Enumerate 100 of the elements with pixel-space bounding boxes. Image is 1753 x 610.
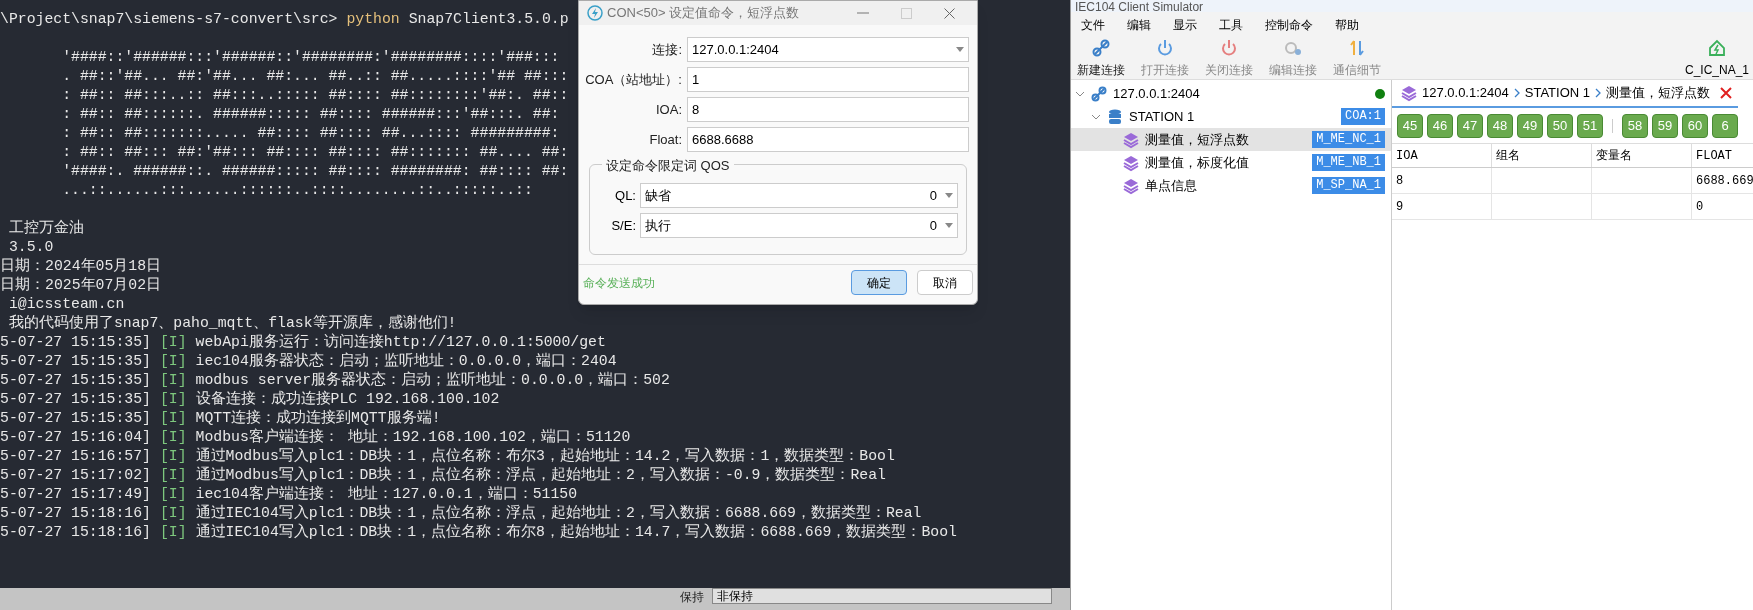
log-message: webApi服务运行：访问连接http://127.0.0.1:5000/get	[195, 333, 606, 352]
log-timestamp: 5-07-27 15:15:35]	[0, 333, 151, 352]
link-icon	[1091, 37, 1111, 58]
log-level: [I]	[159, 447, 187, 466]
layers-icon	[1122, 153, 1140, 172]
terminal-line: i@icssteam.cn	[7, 295, 125, 314]
type-badge: COA:1	[1341, 108, 1385, 125]
ascii-art-line: : ##:: ##::: ##:'##::: ##:::: ##:::: ##::::::: ##.... ##:	[61, 143, 569, 162]
breadcrumb-item: 测量值，短浮点数	[1606, 84, 1710, 103]
log-level: [I]	[159, 504, 187, 523]
breadcrumb-item: STATION 1	[1524, 84, 1590, 103]
prompt-path: \Project\snap7\siemens-s7-convert\src>	[0, 10, 338, 29]
log-timestamp: 5-07-27 15:18:16]	[0, 504, 151, 523]
column-header: 变量名	[1592, 144, 1692, 167]
chevron-right-icon	[1512, 88, 1521, 98]
log-level: [I]	[159, 466, 187, 485]
power-icon	[1219, 37, 1239, 58]
ascii-art-line: : ##:: ##:::..:: ##:::..::::: ##:::: ##::::::::'##:. ##::	[61, 86, 569, 105]
log-timestamp: 5-07-27 15:16:04]	[0, 428, 151, 447]
layers-icon	[1122, 176, 1140, 195]
caret-icon	[956, 47, 964, 52]
menu-item[interactable]: 帮助	[1335, 15, 1359, 34]
input-field[interactable]: 8	[687, 97, 969, 122]
log-message: iec104客户端连接： 地址：127.0.0.1，端口：51150	[195, 485, 578, 504]
layers-icon	[1122, 130, 1140, 149]
log-level: [I]	[159, 333, 187, 352]
log-level: [I]	[159, 523, 187, 542]
toolbar-button[interactable]: C_IC_NA_1	[1684, 37, 1749, 79]
log-level: [I]	[159, 390, 187, 409]
tree-item[interactable]: 127.0.0.1:2404	[1071, 82, 1391, 105]
menu-item[interactable]: 编辑	[1127, 15, 1151, 34]
chevron-right-icon	[1594, 88, 1602, 98]
tree-item[interactable]: 单点信息 M_SP_NA_1	[1071, 174, 1391, 197]
toolbar-button[interactable]: 新建连接	[1073, 37, 1129, 79]
input-field[interactable]: 6688.6688	[687, 127, 969, 152]
command-args: Snap7Client3.5.0.p	[408, 10, 569, 29]
field-label: S/E:	[610, 216, 637, 235]
ascii-art-line: . ##::'##... ##:'##... ##:... ##..:: ##.....::::'## ##:::	[61, 67, 569, 86]
ascii-art-line: '####::'######:::'######::'########:'########::::'###:::	[61, 48, 560, 67]
tree-item[interactable]: 测量值，标度化值 M_ME_NB_1	[1071, 151, 1391, 174]
log-level: [I]	[159, 371, 187, 390]
input-field[interactable]: 1	[687, 67, 969, 92]
log-level: [I]	[159, 352, 187, 371]
table-cell: 6688.669	[1692, 168, 1753, 193]
close-icon	[944, 7, 955, 19]
dropdown[interactable]: 127.0.0.1:2404	[687, 37, 969, 62]
dropdown[interactable]: 缺省 0	[640, 183, 958, 208]
status-message: 命令发送成功	[583, 274, 656, 292]
terminal-line: 日期：2025年07月02日	[0, 276, 162, 295]
log-timestamp: 5-07-27 15:15:35]	[0, 390, 151, 409]
type-badge: M_ME_NB_1	[1312, 154, 1385, 171]
tree-item[interactable]: 测量值，短浮点数 M_ME_NC_1	[1071, 128, 1391, 151]
field-label: IOA:	[655, 100, 683, 119]
log-timestamp: 5-07-27 15:17:02]	[0, 466, 151, 485]
link-icon	[1090, 84, 1108, 103]
field-label: Float:	[648, 130, 683, 149]
ascii-art-line: : ##:: ##:::::::..... ##:::: ##:::: ##...:::: #########:	[61, 124, 560, 143]
log-message: 通过IEC104写入plc1：DB块：1，点位名称：浮点，起始地址：2，写入数据：6688.669，数据类型：Real	[195, 504, 922, 523]
table-cell: 0	[1692, 194, 1753, 219]
terminal-line: 日期：2024年05月18日	[0, 257, 162, 276]
breadcrumb-item: 127.0.0.1:2404	[1422, 84, 1509, 103]
ascii-art-line: : ##:: ##::::::. ######::::: ##:::: ######:::'##:::. ##:	[61, 105, 560, 124]
caret-icon	[945, 193, 953, 198]
caret-icon	[945, 223, 953, 228]
command-text: python	[346, 10, 400, 29]
lightning-icon	[587, 5, 603, 21]
menu-item[interactable]: 工具	[1219, 15, 1243, 34]
terminal-line: 工控万金油	[7, 219, 84, 238]
menu-item[interactable]: 文件	[1081, 15, 1105, 34]
tree-item[interactable]: STATION 1 COA:1	[1071, 105, 1391, 128]
log-message: Modbus客户端连接： 地址：192.168.100.102，端口：51120	[195, 428, 631, 447]
log-message: MQTT连接：成功连接到MQTT服务端!	[195, 409, 441, 428]
minimize-icon	[857, 12, 869, 14]
power-icon	[1155, 37, 1175, 58]
log-timestamp: 5-07-27 15:18:16]	[0, 523, 151, 542]
table-cell: 9	[1392, 194, 1492, 219]
ok-button[interactable]: 确定	[851, 270, 907, 295]
column-header: IOA	[1392, 144, 1492, 167]
menu-item[interactable]: 控制命令	[1265, 15, 1313, 34]
dropdown[interactable]: 执行 0	[640, 213, 958, 238]
table-cell: 8	[1392, 168, 1492, 193]
ascii-art-line: ...::......:::......::::::..::::........::..:::::..::	[61, 181, 533, 200]
field-label: 连接:	[651, 40, 683, 59]
type-badge: M_ME_NC_1	[1312, 131, 1385, 148]
layers-icon	[1400, 84, 1418, 102]
log-message: 通过IEC104写入plc1：DB块：1，点位名称：布尔8，起始地址：14.7，写入数据：6688.669，数据类型：Bool	[195, 523, 957, 542]
dropdown-code: 0	[929, 186, 937, 205]
menu-item[interactable]: 显示	[1173, 15, 1197, 34]
log-message: 通过Modbus写入plc1：DB块：1，点位名称：浮点，起始地址：2，写入数据：-0.9，数据类型：Real	[195, 466, 886, 485]
log-message: modbus server服务器状态：启动；监听地址：0.0.0.0，端口：502	[195, 371, 670, 390]
log-timestamp: 5-07-27 15:15:35]	[0, 371, 151, 390]
field-label: 保持	[680, 589, 704, 606]
log-message: iec104服务器状态：启动；监听地址：0.0.0.0，端口：2404	[195, 352, 617, 371]
cancel-button[interactable]: 取消	[917, 270, 973, 295]
log-timestamp: 5-07-27 15:15:35]	[0, 352, 151, 371]
terminal-line: 3.5.0	[7, 238, 54, 257]
text-field[interactable]: 非保持	[712, 588, 1052, 604]
type-badge: M_SP_NA_1	[1312, 177, 1385, 194]
log-level: [I]	[159, 485, 187, 504]
ascii-art-line: '####:. ######::. ######::::: ##:::: ########: ##:::: ##:	[61, 162, 569, 181]
